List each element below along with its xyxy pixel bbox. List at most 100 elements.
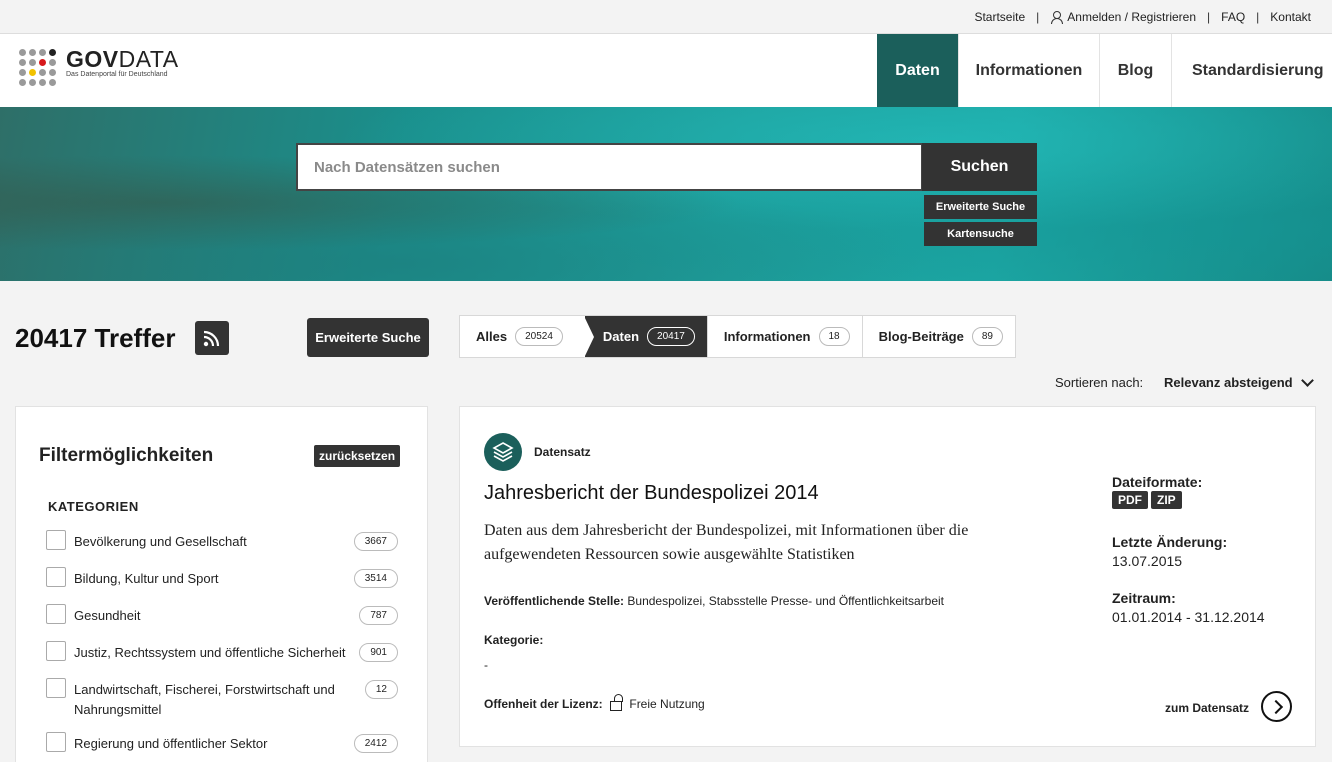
search-button[interactable]: Suchen (922, 143, 1037, 191)
sort-select[interactable]: Relevanz absteigend (1164, 373, 1314, 390)
logo-dot (29, 69, 36, 76)
license-label: Offenheit der Lizenz: (484, 697, 603, 711)
tab-informationen[interactable]: Informationen 18 (708, 316, 863, 357)
logo-dot (49, 59, 56, 66)
logo-dot (39, 69, 46, 76)
main-nav: Daten Informationen Blog Standardisierun… (877, 34, 1332, 114)
arrow-right-circle-icon[interactable] (1261, 691, 1292, 722)
logo-dots-icon (19, 49, 56, 86)
result-type-tabs: Alles 20524 Daten 20417 Informationen 18… (459, 315, 1016, 358)
separator: | (1036, 10, 1040, 24)
category-label: Kategorie: (484, 633, 544, 647)
kontakt-link[interactable]: Kontakt (1270, 10, 1311, 24)
hero-search-area: Suchen Erweiterte Suche Kartensuche (0, 107, 1332, 281)
tab-label: Daten (602, 329, 640, 344)
category-count: 3667 (353, 532, 398, 551)
startseite-link[interactable]: Startseite (974, 10, 1025, 24)
categories-heading: KATEGORIEN (48, 499, 139, 514)
logo-dot (19, 59, 26, 66)
top-links: Startseite | Anmelden / Registrieren | F… (974, 10, 1311, 24)
logo-dot (29, 49, 36, 56)
category-checkbox[interactable] (46, 530, 66, 550)
logo-dot (39, 79, 46, 86)
changed-value: 13.07.2015 (1112, 553, 1183, 569)
category-checkbox[interactable] (46, 604, 66, 624)
logo-wordmark: GOVDATA (66, 46, 179, 72)
tab-count: 89 (971, 327, 1003, 346)
filter-panel: Filtermöglichkeiten zurücksetzen KATEGOR… (15, 406, 428, 762)
category-checkbox[interactable] (46, 641, 66, 661)
formats-list: PDF ZIP (1112, 491, 1202, 509)
logo-dot (19, 49, 26, 56)
reset-filter-button[interactable]: zurücksetzen (314, 445, 401, 467)
category-value: - (484, 658, 488, 672)
rss-icon (203, 330, 220, 347)
user-icon (1050, 11, 1064, 24)
login-link[interactable]: Anmelden / Registrieren (1067, 10, 1196, 24)
nav-informationen[interactable]: Informationen (958, 34, 1099, 107)
logo-dot (49, 49, 56, 56)
nav-standardisierung[interactable]: Standardisierung (1171, 34, 1332, 107)
period-block: Zeitraum: 01.01.2014 - 31.12.2014 (1112, 590, 1265, 625)
faq-link[interactable]: FAQ (1221, 10, 1245, 24)
main-header: GOVDATA Das Datenportal für Deutschland … (0, 34, 1332, 114)
hits-count: 20417 Treffer (15, 323, 176, 353)
category-count: 3514 (353, 569, 398, 588)
category-checkbox[interactable] (46, 732, 66, 752)
formats-label: Dateiformate: (1112, 474, 1203, 490)
category-label: Justiz, Rechtssystem und öffentliche Sic… (74, 645, 346, 660)
govdata-logo[interactable]: GOVDATA Das Datenportal für Deutschland (19, 48, 179, 86)
logo-dot (49, 79, 56, 86)
to-dataset-link[interactable]: zum Datensatz (1165, 701, 1249, 715)
category-label: Gesundheit (74, 608, 141, 623)
format-badge[interactable]: PDF (1112, 491, 1148, 509)
category-checkbox[interactable] (46, 678, 66, 698)
logo-dot (39, 59, 46, 66)
advanced-search-link[interactable]: Erweiterte Suche (924, 195, 1037, 219)
dataset-card: Datensatz Jahresbericht der Bundespolize… (459, 406, 1316, 747)
category-label: Bevölkerung und Gesellschaft (74, 534, 247, 549)
publisher-label: Veröffentlichende Stelle: (484, 594, 625, 608)
category-count: 2412 (353, 734, 398, 753)
logo-dot (29, 59, 36, 66)
tab-label: Blog-Beiträge (878, 329, 964, 344)
unlock-icon (610, 694, 624, 711)
sort-value: Relevanz absteigend (1164, 375, 1293, 390)
tab-count: 20524 (515, 327, 563, 346)
tab-count: 20417 (647, 327, 695, 346)
rss-button[interactable] (195, 321, 229, 355)
category-count: 12 (364, 680, 398, 699)
tab-daten[interactable]: Daten 20417 (583, 316, 708, 358)
advanced-search-button[interactable]: Erweiterte Suche (307, 318, 429, 357)
separator: | (1207, 10, 1211, 24)
category-count: 901 (359, 643, 398, 662)
category-label: Bildung, Kultur und Sport (74, 571, 219, 586)
sort-label: Sortieren nach: (1055, 375, 1144, 390)
tab-blog-beitraege[interactable]: Blog-Beiträge 89 (863, 316, 1015, 357)
separator: | (1256, 10, 1260, 24)
category-label: Landwirtschaft, Fischerei, Forstwirtscha… (74, 682, 335, 717)
search-box (296, 143, 923, 191)
logo-subtitle: Das Datenportal für Deutschland (66, 71, 168, 78)
category-count: 787 (359, 606, 398, 625)
category-row: Kategorie: (484, 633, 543, 647)
nav-blog[interactable]: Blog (1099, 34, 1171, 107)
period-value: 01.01.2014 - 31.12.2014 (1112, 609, 1265, 625)
changed-block: Letzte Änderung: 13.07.2015 (1112, 534, 1227, 569)
top-utility-bar: Startseite | Anmelden / Registrieren | F… (0, 0, 1332, 34)
logo-dot (19, 69, 26, 76)
logo-text: GOVDATA Das Datenportal für Deutschland (66, 46, 179, 79)
formats-block: Dateiformate: PDF ZIP (1112, 474, 1202, 509)
tab-alles[interactable]: Alles 20524 (460, 316, 585, 357)
changed-label: Letzte Änderung: (1112, 534, 1228, 550)
logo-dot (29, 79, 36, 86)
search-input[interactable] (298, 145, 921, 189)
map-search-link[interactable]: Kartensuche (924, 222, 1037, 246)
dataset-title[interactable]: Jahresbericht der Bundespolizei 2014 (484, 482, 819, 505)
period-label: Zeitraum: (1112, 590, 1176, 606)
dataset-description: Daten aus dem Jahresbericht der Bundespo… (484, 522, 969, 563)
publisher-row: Veröffentlichende Stelle: Bundespolizei,… (484, 594, 944, 608)
category-checkbox[interactable] (46, 567, 66, 587)
format-badge[interactable]: ZIP (1151, 491, 1182, 509)
nav-daten[interactable]: Daten (877, 34, 958, 114)
